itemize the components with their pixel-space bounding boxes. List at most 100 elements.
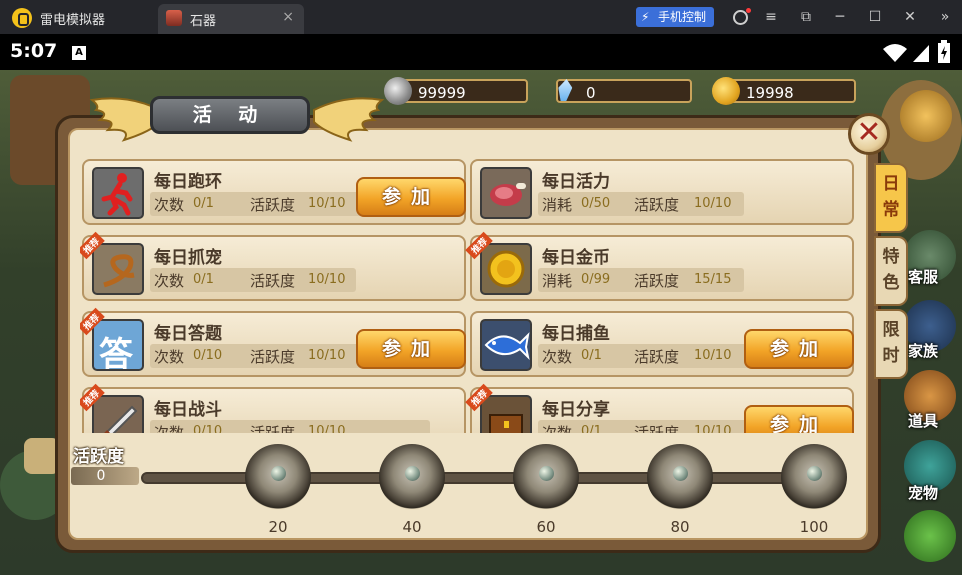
stat2-label: 活跃度 bbox=[634, 272, 680, 290]
tab-daily[interactable]: 日常 bbox=[874, 163, 908, 233]
stat2-label: 活跃度 bbox=[250, 348, 296, 366]
close-window-icon[interactable]: ✕ bbox=[901, 8, 919, 26]
stat1-value: 0/1 bbox=[193, 196, 214, 211]
join-button[interactable]: 参加 bbox=[744, 329, 854, 369]
stat1-value: 0/50 bbox=[581, 196, 611, 211]
game-tab-label: 石器 bbox=[190, 14, 217, 29]
stat1-label: 消耗 bbox=[542, 196, 573, 214]
pearl-icon bbox=[807, 466, 822, 481]
stat2-label: 活跃度 bbox=[634, 196, 680, 214]
crystal-resource: 0 bbox=[556, 79, 692, 103]
stat1-label: 消耗 bbox=[542, 272, 573, 290]
activity-name: 每日跑环 bbox=[154, 172, 222, 192]
meat-icon bbox=[480, 167, 532, 219]
silver-coin-icon bbox=[384, 77, 412, 105]
wifi-icon bbox=[883, 44, 907, 62]
compass-icon[interactable] bbox=[900, 90, 952, 142]
silver-value: 99999 bbox=[418, 84, 466, 102]
pearl-icon bbox=[405, 466, 420, 481]
join-button[interactable]: 参加 bbox=[356, 329, 466, 369]
game-tab-icon bbox=[166, 10, 182, 26]
multi-window-icon[interactable]: ⧉ bbox=[797, 8, 815, 26]
game-tab[interactable]: 石器 × bbox=[158, 4, 304, 34]
milestone-label: 40 bbox=[402, 518, 422, 536]
game-screen: 99999 0 19998 客服 家族 道具 宠物 活 动 ✕ 日常 特色 限时 bbox=[0, 70, 962, 575]
activity-progress: 活跃度 0 20 40 60 80 100 bbox=[65, 432, 865, 536]
pearl-icon bbox=[539, 466, 554, 481]
refresh-icon[interactable] bbox=[904, 510, 956, 562]
reward-chest-60[interactable] bbox=[513, 444, 579, 510]
reward-chest-40[interactable] bbox=[379, 444, 445, 510]
stat1-value: 0/1 bbox=[193, 272, 214, 287]
activity-name: 每日战斗 bbox=[154, 400, 222, 420]
stat2-value: 15/15 bbox=[694, 272, 732, 287]
reward-chest-20[interactable] bbox=[245, 444, 311, 510]
stat2-label: 活跃度 bbox=[250, 272, 296, 290]
emulator-title-bar: 雷电模拟器 石器 × ⚡ 手机控制 ≡ ⧉ ─ ☐ ✕ » bbox=[0, 0, 962, 34]
activity-stats: 次数 0/1 活跃度 10/10 bbox=[150, 268, 356, 292]
activity-name: 每日答题 bbox=[154, 324, 222, 344]
stat1-label: 次数 bbox=[154, 348, 185, 366]
activity-points-label: 活跃度 bbox=[73, 447, 124, 467]
expand-sidebar-icon[interactable]: » bbox=[936, 8, 954, 26]
activity-name: 每日捕鱼 bbox=[542, 324, 610, 344]
activity-card[interactable]: 推荐 每日战斗 次数 0/10 活跃度 10/10 bbox=[80, 383, 466, 433]
stat1-value: 0/10 bbox=[193, 348, 223, 363]
activity-card[interactable]: 答 推荐 每日答题 次数 0/10 活跃度 10/10 参加 bbox=[80, 307, 466, 377]
activity-card[interactable]: 每日跑环 次数 0/1 活跃度 10/10 参加 bbox=[82, 159, 466, 225]
tab-close-icon[interactable]: × bbox=[282, 9, 294, 25]
crystal-value: 0 bbox=[586, 84, 596, 102]
milestone-label: 60 bbox=[536, 518, 556, 536]
silver-resource: 99999 bbox=[384, 77, 528, 105]
running-man-icon bbox=[92, 167, 144, 219]
milestone-label: 80 bbox=[670, 518, 690, 536]
recommended-badge: 推荐 bbox=[465, 231, 493, 260]
signal-icon bbox=[913, 45, 929, 62]
activity-stats: 消耗 0/99 活跃度 15/15 bbox=[538, 268, 744, 292]
stat1-label: 次数 bbox=[154, 272, 185, 290]
stat1-value: 0/99 bbox=[581, 272, 611, 287]
recommended-badge: 推荐 bbox=[80, 231, 105, 260]
recommended-badge: 推荐 bbox=[465, 383, 493, 412]
panel-title: 活 动 bbox=[192, 104, 268, 126]
battery-icon bbox=[938, 40, 950, 63]
phone-control-label: 手机控制 bbox=[658, 10, 707, 24]
activity-name: 每日金币 bbox=[542, 248, 610, 268]
right-wing-ornament bbox=[313, 97, 385, 142]
fish-icon bbox=[480, 319, 532, 371]
menu-icon[interactable]: ≡ bbox=[762, 8, 780, 26]
recommended-badge: 推荐 bbox=[80, 383, 105, 412]
minimize-icon[interactable]: ─ bbox=[831, 8, 849, 26]
tab-limited-time[interactable]: 限时 bbox=[874, 309, 908, 379]
close-panel-button[interactable]: ✕ bbox=[848, 113, 890, 155]
activity-card[interactable]: 推荐 每日抓宠 次数 0/1 活跃度 10/10 bbox=[80, 231, 466, 301]
tab-featured[interactable]: 特色 bbox=[874, 236, 908, 306]
activity-card[interactable]: 推荐 每日分享 次数 0/1 活跃度 10/10 参加 bbox=[465, 383, 854, 433]
join-button[interactable]: 参加 bbox=[356, 177, 466, 217]
phone-control-button[interactable]: ⚡ 手机控制 bbox=[636, 7, 714, 27]
gold-resource: 19998 bbox=[712, 77, 856, 105]
notification-a-icon: A bbox=[72, 46, 86, 60]
activity-name: 每日活力 bbox=[542, 172, 610, 192]
customer-service-label: 客服 bbox=[908, 268, 939, 286]
stat1-value: 0/1 bbox=[581, 348, 602, 363]
status-time: 5:07 bbox=[10, 40, 58, 62]
reward-chest-80[interactable] bbox=[647, 444, 713, 510]
activity-card[interactable]: 推荐 每日金币 消耗 0/99 活跃度 15/15 bbox=[465, 231, 854, 301]
maximize-icon[interactable]: ☐ bbox=[866, 8, 884, 26]
activity-card[interactable]: 每日捕鱼 次数 0/1 活跃度 10/10 参加 bbox=[470, 311, 854, 377]
reward-chest-100[interactable] bbox=[781, 444, 847, 510]
stat2-label: 活跃度 bbox=[250, 196, 296, 214]
stat2-value: 10/10 bbox=[694, 196, 732, 211]
lightning-icon: ⚡ bbox=[641, 10, 650, 24]
join-button[interactable]: 参加 bbox=[744, 405, 854, 433]
stat2-value: 10/10 bbox=[308, 196, 346, 211]
activity-points-box: 0 bbox=[71, 467, 139, 485]
activity-stats: 消耗 0/50 活跃度 10/10 bbox=[538, 192, 744, 216]
activity-card[interactable]: 每日活力 消耗 0/50 活跃度 10/10 bbox=[470, 159, 854, 225]
activity-points-value: 0 bbox=[96, 468, 106, 484]
activity-list[interactable]: 每日跑环 次数 0/1 活跃度 10/10 参加 每日活力 消耗 0/50 活跃… bbox=[80, 157, 860, 433]
emulator-logo-icon bbox=[12, 8, 32, 28]
stat2-value: 10/10 bbox=[308, 272, 346, 287]
stat1-label: 次数 bbox=[154, 196, 185, 214]
